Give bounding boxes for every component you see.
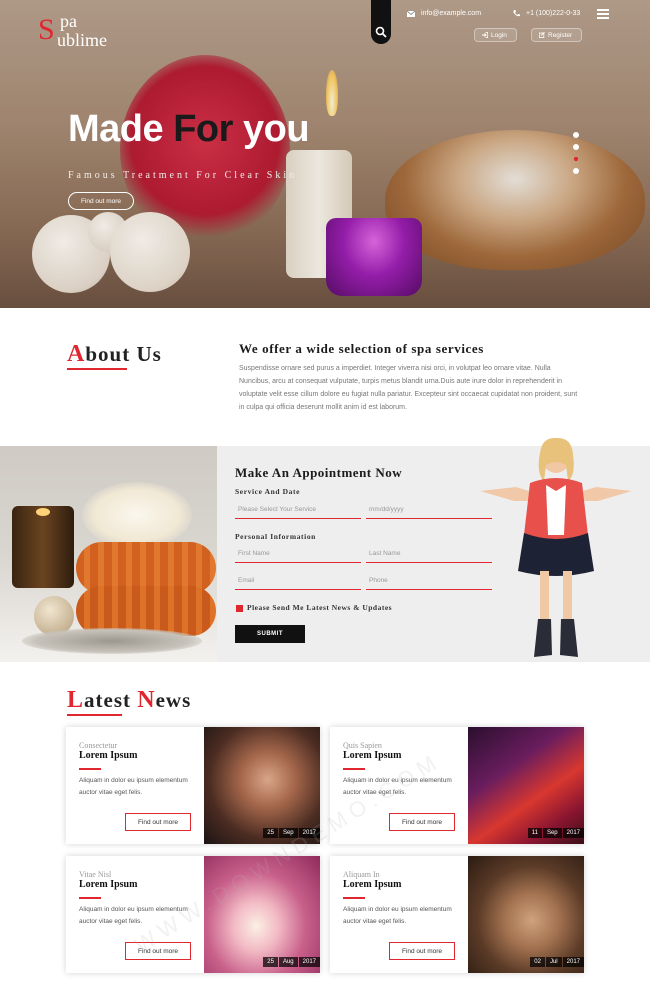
- news-date-day: 25: [263, 828, 278, 838]
- hero-find-out-more-button[interactable]: Find out more: [68, 192, 134, 210]
- news-title[interactable]: Lorem Ipsum: [79, 750, 137, 761]
- news-date-year: 2017: [298, 957, 320, 967]
- news-title-rest1: atest: [84, 688, 138, 712]
- news-title-initial: L: [67, 687, 85, 713]
- news-date-year: 2017: [562, 957, 584, 967]
- news-find-out-more-button[interactable]: Find out more: [125, 942, 191, 960]
- woman-figure-image: [480, 437, 632, 657]
- envelope-icon: [407, 10, 415, 17]
- news-card: Vitae Nisl Lorem Ipsum Aliquam in dolor …: [66, 856, 320, 973]
- news-card: Quis Sapien Lorem Ipsum Aliquam in dolor…: [330, 727, 584, 844]
- register-button[interactable]: Register: [531, 28, 582, 42]
- newsletter-checkbox[interactable]: [236, 605, 243, 612]
- about-title-rest: bout Us: [85, 342, 162, 366]
- phone-input[interactable]: [366, 572, 492, 590]
- news-date: 25 Aug 2017: [263, 957, 320, 967]
- phone-icon: [513, 10, 520, 17]
- news-excerpt: Aliquam in dolor eu ipsum elementum auct…: [79, 906, 188, 925]
- about-heading: We offer a wide selection of spa service…: [239, 341, 484, 356]
- news-find-out-more-button[interactable]: Find out more: [389, 813, 455, 831]
- slider-dot[interactable]: [573, 132, 579, 138]
- appointment-title: Make An Appointment Now: [235, 465, 403, 480]
- header-email[interactable]: info@example.com: [407, 10, 481, 17]
- slider-dot[interactable]: [573, 168, 579, 174]
- latest-news-title: Latest News: [67, 687, 192, 716]
- login-icon: [482, 32, 488, 38]
- news-excerpt: Aliquam in dolor eu ipsum elementum auct…: [343, 906, 452, 925]
- news-date-year: 2017: [298, 828, 320, 838]
- edit-icon: [539, 32, 545, 38]
- about-text: Suspendisse ornare sed purus a imperdiet…: [239, 365, 578, 411]
- news-image-soap[interactable]: 25 Aug 2017: [204, 856, 320, 973]
- login-button[interactable]: Login: [474, 28, 517, 42]
- hero-subtitle: Famous Treatment For Clear Skin: [68, 170, 298, 181]
- about-title: About Us: [67, 341, 162, 370]
- service-date-label: Service And Date: [235, 487, 301, 496]
- last-name-input[interactable]: [366, 545, 492, 563]
- news-title-rest2: ews: [155, 688, 192, 712]
- news-date: 11 Sep 2017: [527, 828, 584, 838]
- search-icon: [375, 26, 387, 38]
- news-date-month: Sep: [278, 828, 298, 838]
- hero-title-part1: Made: [68, 108, 174, 150]
- news-image-makeup[interactable]: 25 Sep 2017: [204, 727, 320, 844]
- personal-info-label: Personal Information: [235, 532, 316, 541]
- news-category: Quis Sapien: [343, 741, 382, 750]
- slider-dots: [573, 132, 579, 180]
- news-date-day: 11: [527, 828, 542, 838]
- news-card: Aliquam In Lorem Ipsum Aliquam in dolor …: [330, 856, 584, 973]
- news-title-initial2: N: [137, 687, 156, 713]
- news-find-out-more-button[interactable]: Find out more: [125, 813, 191, 831]
- news-image-nails[interactable]: 11 Sep 2017: [468, 727, 584, 844]
- news-date: 02 Jul 2017: [530, 957, 584, 967]
- news-title[interactable]: Lorem Ipsum: [79, 879, 137, 890]
- news-category: Vitae Nisl: [79, 870, 112, 879]
- news-category: Consectetur: [79, 741, 118, 750]
- news-date: 25 Sep 2017: [263, 828, 320, 838]
- first-name-input[interactable]: [235, 545, 361, 563]
- hero-title-part2: For: [173, 108, 233, 150]
- news-date-day: 25: [263, 957, 278, 967]
- news-date-month: Aug: [278, 957, 298, 967]
- header-phone[interactable]: +1 (100)222-0-33: [513, 10, 580, 17]
- hero-title: Made For you: [68, 108, 310, 151]
- news-title[interactable]: Lorem Ipsum: [343, 750, 401, 761]
- news-category: Aliquam In: [343, 870, 380, 879]
- spa-towels-image: [0, 446, 217, 662]
- news-date-year: 2017: [562, 828, 584, 838]
- news-excerpt: Aliquam in dolor eu ipsum elementum auct…: [343, 777, 452, 796]
- slider-dot[interactable]: [573, 144, 579, 150]
- login-label: Login: [491, 31, 507, 39]
- news-card: Consectetur Lorem Ipsum Aliquam in dolor…: [66, 727, 320, 844]
- news-image-cosmetics[interactable]: 02 Jul 2017: [468, 856, 584, 973]
- news-date-month: Jul: [545, 957, 562, 967]
- date-input[interactable]: [366, 501, 492, 519]
- about-title-initial: A: [67, 341, 86, 367]
- hero-title-part3: you: [232, 108, 310, 150]
- news-date-day: 02: [530, 957, 545, 967]
- header-email-text: info@example.com: [421, 10, 482, 17]
- submit-button[interactable]: SUBMIT: [235, 625, 305, 643]
- slider-dot-active[interactable]: [573, 156, 579, 162]
- news-title[interactable]: Lorem Ipsum: [343, 879, 401, 890]
- search-button[interactable]: [371, 0, 391, 44]
- email-input[interactable]: [235, 572, 361, 590]
- header-phone-text: +1 (100)222-0-33: [526, 10, 581, 17]
- menu-icon[interactable]: [597, 9, 609, 19]
- register-label: Register: [548, 31, 573, 39]
- service-select[interactable]: [235, 501, 361, 519]
- logo-cap-letter: S: [38, 13, 55, 46]
- site-logo[interactable]: S pa ublime: [38, 12, 107, 49]
- news-date-month: Sep: [542, 828, 562, 838]
- news-find-out-more-button[interactable]: Find out more: [389, 942, 455, 960]
- newsletter-label: Please Send Me Latest News & Updates: [247, 603, 393, 612]
- news-excerpt: Aliquam in dolor eu ipsum elementum auct…: [79, 777, 188, 796]
